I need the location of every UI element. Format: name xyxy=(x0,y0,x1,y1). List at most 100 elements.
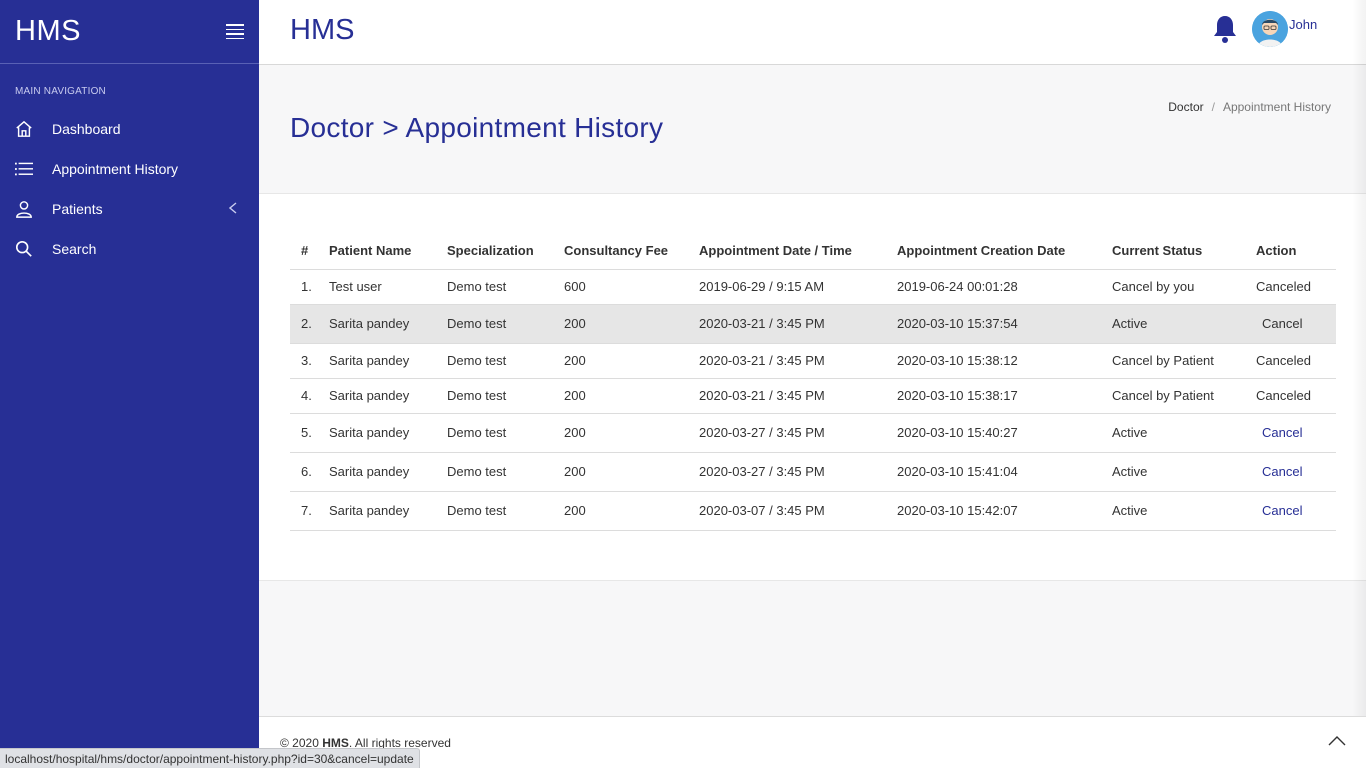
patient-name: Sarita pandey xyxy=(329,491,447,531)
table-row: 6. Sarita pandey Demo test 200 2020-03-2… xyxy=(290,452,1336,492)
creation-date: 2020-03-10 15:40:27 xyxy=(897,413,1112,453)
consultancy-fee: 200 xyxy=(564,343,699,379)
action-cell: Cancel xyxy=(1256,413,1336,453)
table-row: 2. Sarita pandey Demo test 200 2020-03-2… xyxy=(290,304,1336,344)
appointment-datetime: 2019-06-29 / 9:15 AM xyxy=(699,269,897,305)
row-number: 6. xyxy=(290,452,329,492)
row-number: 7. xyxy=(290,491,329,531)
cancel-link[interactable]: Cancel xyxy=(1262,425,1302,440)
consultancy-fee: 200 xyxy=(564,304,699,344)
current-status: Active xyxy=(1112,413,1256,453)
action-status: Canceled xyxy=(1256,343,1336,379)
appointment-datetime: 2020-03-21 / 3:45 PM xyxy=(699,378,897,414)
appointment-datetime: 2020-03-07 / 3:45 PM xyxy=(699,491,897,531)
specialization: Demo test xyxy=(447,378,564,414)
breadcrumb-item-doctor[interactable]: Doctor xyxy=(1168,100,1203,114)
search-icon xyxy=(14,239,34,259)
action-cell: Cancel xyxy=(1256,452,1336,492)
row-number: 5. xyxy=(290,413,329,453)
home-icon xyxy=(14,119,34,139)
action-status: Canceled xyxy=(1256,269,1336,305)
patient-name: Sarita pandey xyxy=(329,304,447,344)
row-number: 4. xyxy=(290,378,329,414)
table-row: 5. Sarita pandey Demo test 200 2020-03-2… xyxy=(290,413,1336,453)
current-status: Active xyxy=(1112,304,1256,344)
sidebar-item-label: Patients xyxy=(52,201,103,217)
action-status: Canceled xyxy=(1256,378,1336,414)
sidebar: HMS Main Navigation Dashboard Appointmen… xyxy=(0,0,259,768)
chevron-up-icon[interactable] xyxy=(1328,734,1346,752)
breadcrumb-item-current: Appointment History xyxy=(1222,100,1331,114)
sidebar-item-label: Dashboard xyxy=(52,121,121,137)
specialization: Demo test xyxy=(447,491,564,531)
table-row: 3. Sarita pandey Demo test 200 2020-03-2… xyxy=(290,343,1336,379)
appointment-datetime: 2020-03-27 / 3:45 PM xyxy=(699,413,897,453)
breadcrumb-separator: / xyxy=(1211,100,1215,114)
current-status: Active xyxy=(1112,491,1256,531)
creation-date: 2020-03-10 15:37:54 xyxy=(897,304,1112,344)
sidebar-item-label: Search xyxy=(52,241,97,257)
current-status: Cancel by you xyxy=(1112,269,1256,305)
consultancy-fee: 200 xyxy=(564,491,699,531)
row-number: 1. xyxy=(290,269,329,305)
appointment-datetime: 2020-03-21 / 3:45 PM xyxy=(699,304,897,344)
appointment-history-table: # Patient Name Specialization Consultanc… xyxy=(290,232,1336,531)
action-cell: Cancel xyxy=(1256,304,1336,344)
topbar-title: HMS xyxy=(290,14,355,46)
patient-name: Test user xyxy=(329,269,447,305)
specialization: Demo test xyxy=(447,452,564,492)
list-icon xyxy=(14,159,34,179)
appointment-datetime: 2020-03-21 / 3:45 PM xyxy=(699,343,897,379)
column-header: # xyxy=(290,232,329,270)
bell-icon[interactable] xyxy=(1212,14,1238,49)
creation-date: 2020-03-10 15:38:12 xyxy=(897,343,1112,379)
brand-logo-text[interactable]: HMS xyxy=(15,15,81,48)
chevron-left-icon xyxy=(228,201,237,217)
consultancy-fee: 600 xyxy=(564,269,699,305)
column-header: Patient Name xyxy=(329,232,447,270)
creation-date: 2020-03-10 15:41:04 xyxy=(897,452,1112,492)
sidebar-item-search[interactable]: Search xyxy=(0,229,259,269)
sidebar-item-appointment-history[interactable]: Appointment History xyxy=(0,149,259,189)
specialization: Demo test xyxy=(447,343,564,379)
cancel-link[interactable]: Cancel xyxy=(1262,316,1302,331)
consultancy-fee: 200 xyxy=(564,452,699,492)
table-row: 7. Sarita pandey Demo test 200 2020-03-0… xyxy=(290,491,1336,531)
menu-toggle-icon[interactable] xyxy=(226,24,244,39)
nav-section-title: Main Navigation xyxy=(15,86,106,97)
creation-date: 2020-03-10 15:42:07 xyxy=(897,491,1112,531)
consultancy-fee: 200 xyxy=(564,413,699,453)
patient-name: Sarita pandey xyxy=(329,452,447,492)
action-cell: Cancel xyxy=(1256,491,1336,531)
page-header: Doctor > Appointment History Doctor / Appo… xyxy=(259,65,1366,194)
user-name[interactable]: John xyxy=(1289,17,1317,32)
avatar[interactable] xyxy=(1252,11,1288,47)
browser-status-url: localhost/hospital/hms/doctor/appointmen… xyxy=(0,748,420,768)
sidebar-item-patients[interactable]: Patients xyxy=(0,189,259,229)
creation-date: 2019-06-24 00:01:28 xyxy=(897,269,1112,305)
user-icon xyxy=(14,199,34,219)
sidebar-brand: HMS xyxy=(0,0,259,64)
current-status: Cancel by Patient xyxy=(1112,378,1256,414)
breadcrumb: Doctor / Appointment History xyxy=(1168,100,1331,114)
table-row: 1. Test user Demo test 600 2019-06-29 / … xyxy=(290,269,1336,305)
current-status: Cancel by Patient xyxy=(1112,343,1256,379)
cancel-link[interactable]: Cancel xyxy=(1262,464,1302,479)
creation-date: 2020-03-10 15:38:17 xyxy=(897,378,1112,414)
specialization: Demo test xyxy=(447,304,564,344)
footer: © 2020 HMS. All rights reserved xyxy=(259,716,1366,768)
top-navbar: HMS John xyxy=(259,0,1366,65)
table-row: 4. Sarita pandey Demo test 200 2020-03-2… xyxy=(290,378,1336,414)
row-number: 2. xyxy=(290,304,329,344)
sidebar-item-dashboard[interactable]: Dashboard xyxy=(0,109,259,149)
patient-name: Sarita pandey xyxy=(329,378,447,414)
scroll-shadow xyxy=(1352,0,1366,716)
cancel-link[interactable]: Cancel xyxy=(1262,503,1302,518)
appointment-history-panel: # Patient Name Specialization Consultanc… xyxy=(259,194,1366,581)
column-header: Action xyxy=(1256,232,1336,270)
table-header-row: # Patient Name Specialization Consultanc… xyxy=(290,232,1336,270)
page-title: Doctor > Appointment History xyxy=(290,112,664,143)
row-number: 3. xyxy=(290,343,329,379)
column-header: Appointment Creation Date xyxy=(897,232,1112,270)
column-header: Appointment Date / Time xyxy=(699,232,897,270)
